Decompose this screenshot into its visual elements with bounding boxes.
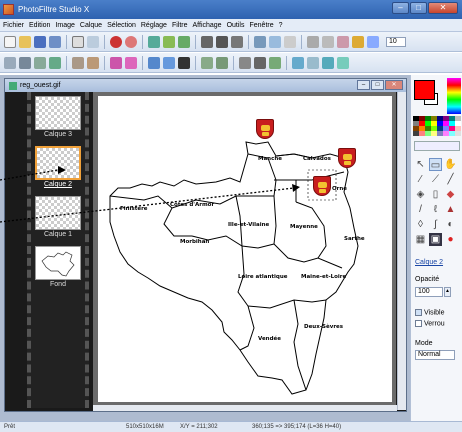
strawberry-icon[interactable]: ● bbox=[444, 233, 457, 246]
blend-mode-select[interactable]: Normal bbox=[415, 350, 455, 360]
spray-icon[interactable]: ▯ bbox=[429, 188, 442, 201]
tools-grid: ↖ ▭ ✋ ⁄ ⟋ ╱ ◈ ▯ ◆ / ℓ ▲ ◊ ∫ ◐ ▦ ▣ ● bbox=[414, 158, 460, 247]
status-selection: 360;135 => 395;174 (L=36 H=40) bbox=[252, 424, 342, 430]
opacity-spinner[interactable]: ▲ bbox=[444, 287, 451, 297]
advanced-brush-icon[interactable]: ℓ bbox=[429, 203, 442, 216]
stamp-icon[interactable]: ▲ bbox=[444, 203, 457, 216]
pointer-arrows bbox=[0, 166, 300, 223]
brush-tool-icon[interactable]: / bbox=[414, 203, 427, 216]
lock-checkbox[interactable] bbox=[415, 320, 422, 327]
color-spectrum[interactable] bbox=[447, 78, 461, 114]
color-palette[interactable] bbox=[413, 116, 461, 138]
vertical-scrollbar[interactable] bbox=[397, 92, 406, 410]
magic-wand-icon[interactable]: ⟋ bbox=[429, 173, 442, 186]
active-layer-link[interactable]: Calque 2 bbox=[415, 259, 443, 266]
line-icon[interactable]: ╱ bbox=[444, 173, 457, 186]
selection-icon[interactable]: ▭ bbox=[429, 158, 442, 171]
pattern-icon[interactable]: ▦ bbox=[414, 233, 427, 246]
image-tool-icon[interactable]: ▣ bbox=[429, 233, 442, 246]
palette-scroll[interactable] bbox=[414, 141, 460, 151]
opacity-input[interactable]: 100 bbox=[415, 287, 443, 297]
lock-label: Verrou bbox=[424, 320, 445, 328]
visible-label: Visible bbox=[424, 309, 445, 317]
status-state: Prêt bbox=[4, 424, 16, 430]
eyedropper-icon[interactable]: ⁄ bbox=[414, 173, 427, 186]
pointer-icon[interactable]: ↖ bbox=[414, 158, 427, 171]
smudge-icon[interactable]: ∫ bbox=[429, 218, 442, 231]
horizontal-scrollbar[interactable] bbox=[93, 405, 397, 411]
status-cursor-position: X/Y = 211;302 bbox=[180, 424, 218, 430]
drop-icon[interactable]: ◊ bbox=[414, 218, 427, 231]
opacity-label: Opacité bbox=[415, 276, 440, 283]
visible-checkbox[interactable] bbox=[415, 309, 422, 316]
mode-label: Mode bbox=[415, 340, 433, 347]
visible-checkbox-row[interactable]: Visible bbox=[415, 309, 445, 316]
status-bar: Prêt 510x510x16M X/Y = 211;302 360;135 =… bbox=[0, 421, 462, 432]
blur-tool-icon[interactable]: ◐ bbox=[444, 218, 457, 231]
status-image-size: 510x510x16M bbox=[126, 424, 164, 430]
hand-icon[interactable]: ✋ bbox=[444, 158, 457, 171]
eraser-icon[interactable]: ◆ bbox=[444, 188, 457, 201]
foreground-color-swatch[interactable] bbox=[414, 80, 435, 100]
fill-icon[interactable]: ◈ bbox=[414, 188, 427, 201]
lock-checkbox-row[interactable]: Verrou bbox=[415, 320, 445, 327]
